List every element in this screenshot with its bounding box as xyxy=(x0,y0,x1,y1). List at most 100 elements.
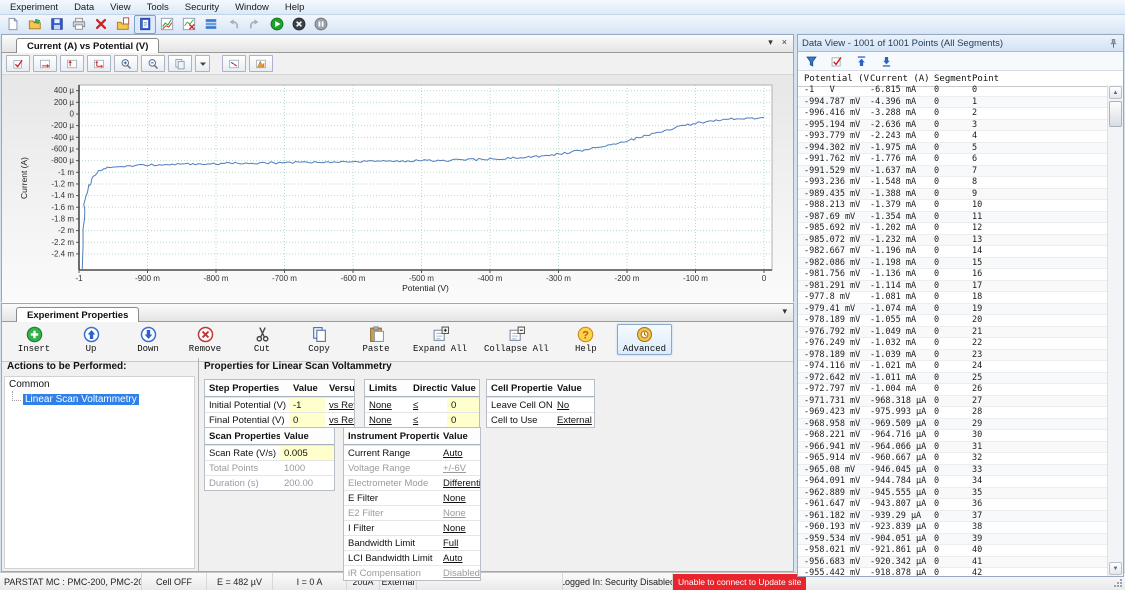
menu-help[interactable]: Help xyxy=(277,2,313,13)
table-row[interactable]: -993.779 mV-2.243 mA04 xyxy=(798,131,1108,143)
instrument-cell[interactable]: Full xyxy=(439,536,480,550)
redo-button[interactable] xyxy=(244,15,266,34)
limit-cell[interactable]: 0 xyxy=(447,398,479,412)
instrument-cell[interactable]: Auto xyxy=(439,551,480,565)
table-row[interactable]: -985.692 mV-1.202 mA012 xyxy=(798,223,1108,235)
open-file-button[interactable] xyxy=(24,15,46,34)
pin-icon[interactable] xyxy=(1108,38,1119,49)
track-data-button[interactable] xyxy=(6,55,30,72)
expand-all-button[interactable]: Expand All xyxy=(407,324,473,355)
table-row[interactable]: -994.302 mV-1.975 mA05 xyxy=(798,143,1108,155)
pause-button[interactable] xyxy=(310,15,332,34)
instrument-cell[interactable]: None xyxy=(439,491,480,505)
menu-data[interactable]: Data xyxy=(66,2,102,13)
peak-find-button[interactable] xyxy=(249,55,273,72)
table-row[interactable]: -989.435 mV-1.388 mA09 xyxy=(798,189,1108,201)
tree-node-linear-scan-voltammetry[interactable]: Linear Scan Voltammetry xyxy=(23,394,139,405)
resize-grip[interactable] xyxy=(1113,578,1123,588)
table-row[interactable]: -987.69 mV-1.354 mA011 xyxy=(798,212,1108,224)
zoom-out-button[interactable] xyxy=(141,55,165,72)
table-row[interactable]: -981.291 mV-1.114 mA017 xyxy=(798,281,1108,293)
menu-tools[interactable]: Tools xyxy=(139,2,177,13)
export-data-button[interactable] xyxy=(112,15,134,34)
help-button[interactable]: Help xyxy=(560,324,612,355)
menu-view[interactable]: View xyxy=(102,2,138,13)
table-row[interactable]: -985.072 mV-1.232 mA013 xyxy=(798,235,1108,247)
table-row[interactable]: -964.091 mV-944.784 µA034 xyxy=(798,476,1108,488)
step-cell[interactable]: vs Ref xyxy=(325,398,354,412)
column-header-point[interactable]: Point xyxy=(972,74,1012,84)
remove-button[interactable]: Remove xyxy=(179,324,231,355)
graph-modify-button[interactable] xyxy=(178,15,200,34)
table-row[interactable]: -982.667 mV-1.196 mA014 xyxy=(798,246,1108,258)
data-table-scrollbar[interactable]: ▲ ▼ xyxy=(1107,85,1123,576)
tree-node-common[interactable]: Common xyxy=(9,379,194,390)
table-row[interactable]: -991.762 mV-1.776 mA06 xyxy=(798,154,1108,166)
properties-book-button[interactable] xyxy=(134,15,156,34)
delete-button[interactable] xyxy=(90,15,112,34)
tab-experiment-properties[interactable]: Experiment Properties xyxy=(16,307,139,322)
table-row[interactable]: -978.189 mV-1.039 mA023 xyxy=(798,350,1108,362)
filter-button[interactable] xyxy=(805,55,818,68)
scan-cell[interactable]: 0.005 xyxy=(280,446,334,460)
table-row[interactable]: -968.958 mV-969.509 µA029 xyxy=(798,419,1108,431)
graph-button[interactable] xyxy=(156,15,178,34)
table-row[interactable]: -969.423 mV-975.993 µA028 xyxy=(798,407,1108,419)
undo-button[interactable] xyxy=(222,15,244,34)
instrument-cell[interactable]: Differential xyxy=(439,476,480,490)
cell-prop-cell[interactable]: No xyxy=(553,398,594,412)
table-row[interactable]: -965.08 mV-946.045 µA033 xyxy=(798,465,1108,477)
limit-cell[interactable]: None xyxy=(365,398,409,412)
table-row[interactable]: -959.534 mV-904.051 µA039 xyxy=(798,534,1108,546)
table-row[interactable]: -961.647 mV-943.807 µA036 xyxy=(798,499,1108,511)
down-button[interactable]: Down xyxy=(122,324,174,355)
column-header-potential-v-[interactable]: Potential (V) xyxy=(804,74,870,84)
scrollbar-thumb[interactable] xyxy=(1109,101,1122,127)
table-row[interactable]: -978.189 mV-1.055 mA020 xyxy=(798,315,1108,327)
copy-graph-button[interactable] xyxy=(168,55,192,72)
table-row[interactable]: -993.236 mV-1.548 mA08 xyxy=(798,177,1108,189)
print-button[interactable] xyxy=(68,15,90,34)
step-cell[interactable]: vs Ref xyxy=(325,413,354,427)
autoscale-y-button[interactable] xyxy=(60,55,84,72)
tab-current-vs-potential[interactable]: Current (A) vs Potential (V) xyxy=(16,38,159,53)
menu-window[interactable]: Window xyxy=(227,2,277,13)
zoom-in-button[interactable] xyxy=(114,55,138,72)
table-row[interactable]: -955.442 mV-918.878 µA042 xyxy=(798,568,1108,576)
collapse-all-button[interactable]: Collapse All xyxy=(478,324,555,355)
stop-button[interactable] xyxy=(288,15,310,34)
autoscale-both-button[interactable] xyxy=(87,55,111,72)
line-fit-button[interactable] xyxy=(222,55,246,72)
insert-button[interactable]: Insert xyxy=(8,324,60,355)
experiment-properties-dropdown-icon[interactable]: ▾ xyxy=(782,306,787,317)
menu-experiment[interactable]: Experiment xyxy=(2,2,66,13)
table-row[interactable]: -966.941 mV-964.066 µA031 xyxy=(798,442,1108,454)
save-button[interactable] xyxy=(46,15,68,34)
table-row[interactable]: -974.116 mV-1.021 mA024 xyxy=(798,361,1108,373)
run-button[interactable] xyxy=(266,15,288,34)
table-row[interactable]: -996.416 mV-3.288 mA02 xyxy=(798,108,1108,120)
table-row[interactable]: -982.086 mV-1.198 mA015 xyxy=(798,258,1108,270)
cut-button[interactable]: Cut xyxy=(236,324,288,355)
table-row[interactable]: -968.221 mV-964.716 µA030 xyxy=(798,430,1108,442)
scrollbar-down-icon[interactable]: ▼ xyxy=(1109,562,1122,575)
select-columns-button[interactable] xyxy=(830,55,843,68)
table-row[interactable]: -988.213 mV-1.379 mA010 xyxy=(798,200,1108,212)
column-header-segment[interactable]: Segment xyxy=(934,74,972,84)
autoscale-x-button[interactable] xyxy=(33,55,57,72)
new-document-button[interactable] xyxy=(2,15,24,34)
scroll-top-button[interactable] xyxy=(855,55,868,68)
menu-security[interactable]: Security xyxy=(177,2,227,13)
limit-cell[interactable]: 0 xyxy=(447,413,479,427)
data-list-button[interactable] xyxy=(200,15,222,34)
column-header-current-a-[interactable]: Current (A) xyxy=(870,74,934,84)
cell-prop-cell[interactable]: External xyxy=(553,413,594,427)
limit-cell[interactable]: ≤ xyxy=(409,398,447,412)
table-row[interactable]: -991.529 mV-1.637 mA07 xyxy=(798,166,1108,178)
step-cell[interactable]: -1 xyxy=(289,398,325,412)
table-row[interactable]: -1 V-6.815 mA00 xyxy=(798,85,1108,97)
table-row[interactable]: -956.683 mV-920.342 µA041 xyxy=(798,557,1108,569)
advanced-button[interactable]: Advanced xyxy=(617,324,672,355)
limit-cell[interactable]: ≤ xyxy=(409,413,447,427)
table-row[interactable]: -976.249 mV-1.032 mA022 xyxy=(798,338,1108,350)
